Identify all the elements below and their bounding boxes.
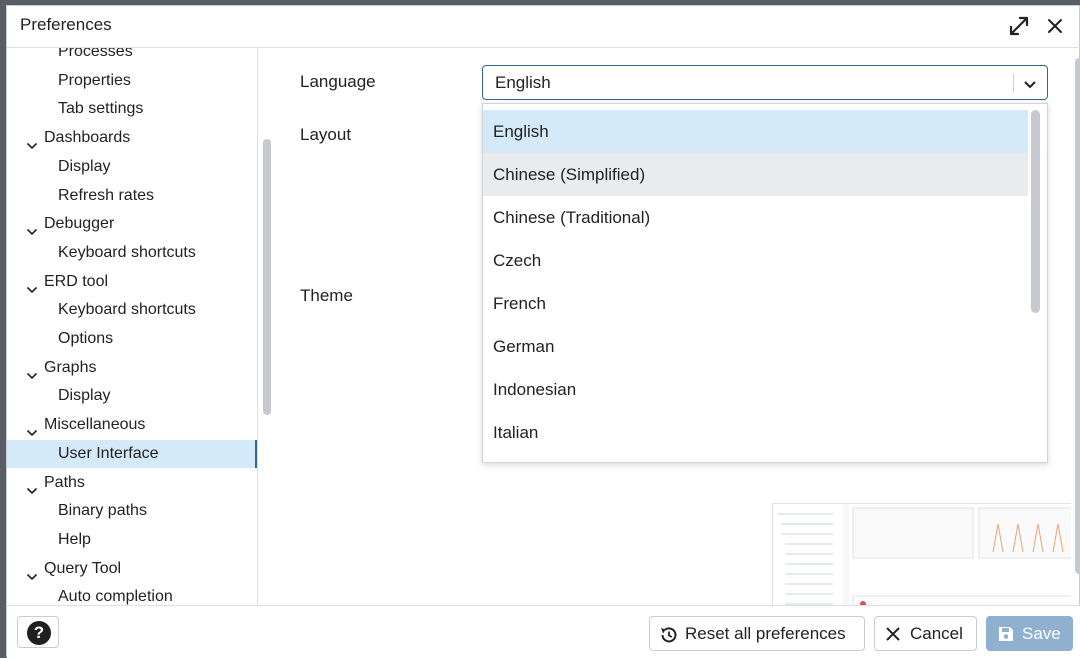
language-option[interactable]: German — [483, 325, 1028, 368]
tree-item[interactable]: Processes — [7, 48, 257, 66]
tree-item[interactable]: Display — [7, 153, 257, 181]
save-button[interactable]: Save — [986, 616, 1073, 651]
tree-item-label: User Interface — [58, 444, 159, 462]
tree-item[interactable]: Refresh rates — [7, 182, 257, 210]
tree-item[interactable]: Properties — [7, 67, 257, 95]
language-dropdown-menu: English Chinese (Simplified) Chinese (Trad… — [482, 103, 1048, 463]
theme-label: Theme — [300, 286, 353, 305]
tree-item-label: Dashboards — [44, 129, 131, 147]
reset-all-preferences-button[interactable]: Reset all preferences — [649, 616, 865, 651]
language-select-value: English — [495, 73, 551, 92]
dropdown-scrollbar[interactable] — [1031, 110, 1040, 313]
dialog-footer: ? Reset all preferences Cancel Save — [7, 605, 1080, 658]
save-button-label: Save — [1022, 624, 1061, 643]
tree-item-label: Options — [58, 330, 114, 347]
chevron-down-icon[interactable] — [26, 219, 38, 236]
save-icon — [997, 625, 1015, 648]
close-icon[interactable] — [1043, 14, 1067, 38]
select-separator — [1013, 74, 1014, 92]
tree-item[interactable]: Binary paths — [7, 497, 257, 525]
tree-item-label: Paths — [44, 473, 85, 491]
language-option[interactable]: French — [483, 282, 1028, 325]
language-option[interactable]: Chinese (Simplified) — [483, 153, 1028, 196]
tree-item-label: Help — [58, 530, 91, 548]
dialog-title: Preferences — [20, 15, 112, 34]
chevron-down-icon[interactable] — [26, 564, 38, 580]
language-option[interactable]: English — [483, 110, 1028, 153]
chevron-down-icon[interactable] — [26, 420, 38, 437]
dialog-titlebar: Preferences — [7, 6, 1080, 48]
chevron-down-icon[interactable] — [1023, 77, 1037, 89]
tree-item-label: Properties — [58, 71, 131, 89]
language-option[interactable]: Italian — [483, 411, 1028, 454]
chevron-down-icon[interactable] — [26, 363, 38, 379]
tree-item[interactable]: Keyboard shortcuts — [7, 239, 257, 267]
tree-item[interactable]: User Interface — [7, 439, 257, 468]
tree-item-label: Binary paths — [58, 502, 147, 520]
tree-item-label: Display — [58, 387, 111, 405]
preferences-tree: Processes Properties Tab settings Dashboard… — [7, 48, 258, 605]
tree-item[interactable]: Display — [7, 382, 257, 410]
content-scrollbar[interactable] — [1075, 58, 1080, 574]
tree-scrollbar[interactable] — [263, 139, 271, 415]
tree-item-label: Tab settings — [58, 100, 144, 118]
maximize-icon[interactable] — [1007, 14, 1031, 38]
chevron-down-icon[interactable] — [26, 133, 38, 150]
tree-item[interactable]: Tab settings — [7, 95, 257, 123]
tree-group[interactable]: Paths — [7, 469, 257, 497]
tree-group[interactable]: Debugger — [7, 210, 257, 238]
tree-item[interactable]: Options — [7, 325, 257, 353]
help-button[interactable]: ? — [17, 616, 59, 648]
close-icon — [885, 626, 901, 647]
tree-item[interactable]: Keyboard shortcuts — [7, 296, 257, 324]
chevron-down-icon[interactable] — [26, 478, 38, 494]
tree-item[interactable]: Auto completion — [7, 583, 257, 605]
tree-item-label: Query Tool — [44, 559, 122, 577]
chevron-down-icon[interactable] — [26, 277, 38, 293]
tree-group[interactable]: Query Tool — [7, 555, 257, 583]
reset-button-label: Reset all preferences — [685, 624, 846, 643]
tree-item-label: Debugger — [44, 215, 115, 233]
language-select[interactable]: English — [482, 65, 1048, 100]
tree-group[interactable]: Dashboards — [7, 124, 257, 152]
language-label: Language — [300, 72, 376, 91]
help-icon: ? — [27, 621, 51, 645]
cancel-button[interactable]: Cancel — [874, 616, 977, 651]
language-option[interactable]: Czech — [483, 239, 1028, 282]
tree-item[interactable]: Help — [7, 526, 257, 554]
tree-group[interactable]: ERD tool — [7, 268, 257, 296]
tree-item-label: Keyboard shortcuts — [58, 243, 196, 261]
language-option[interactable]: Indonesian — [483, 368, 1028, 411]
tree-item-label: Graphs — [44, 358, 97, 376]
language-option[interactable]: Chinese (Traditional) — [483, 196, 1028, 239]
tree-item-label: Processes — [58, 48, 133, 60]
tree-item-label: Refresh rates — [58, 186, 155, 204]
tree-item-label: Display — [58, 157, 111, 175]
cancel-button-label: Cancel — [910, 624, 963, 643]
reset-icon — [659, 625, 679, 650]
tree-group[interactable]: Graphs — [7, 354, 257, 382]
tree-item-label: Auto completion — [58, 588, 173, 605]
theme-preview-image — [772, 503, 1071, 605]
tree-group[interactable]: Miscellaneous — [7, 411, 257, 439]
tree-item-label: Keyboard shortcuts — [58, 301, 196, 319]
layout-label: Layout — [300, 125, 352, 144]
tree-item-label: ERD tool — [44, 272, 109, 290]
tree-item-label: Miscellaneous — [44, 416, 146, 434]
preferences-dialog: Preferences Processes Properties Tab setti… — [6, 5, 1080, 658]
